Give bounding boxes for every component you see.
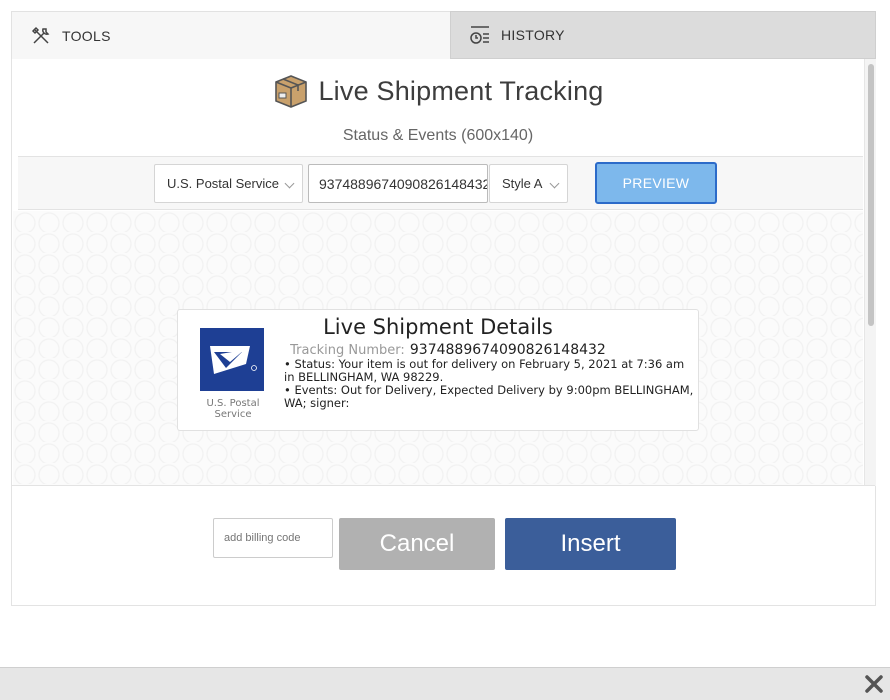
usps-logo-caption: U.S. Postal Service	[206, 398, 260, 420]
vertical-scrollbar[interactable]	[864, 59, 876, 486]
controls-toolbar: U.S. Postal Service 93748896740908261484…	[18, 156, 863, 210]
chevron-down-icon	[549, 178, 560, 189]
content-scroll-area: Live Shipment Tracking Status & Events (…	[13, 59, 875, 486]
history-icon	[469, 24, 491, 46]
tools-panel: Live Shipment Tracking Status & Events (…	[11, 59, 876, 606]
card-tracking-row: Tracking Number: 9374889674090826148432	[278, 339, 618, 358]
billing-code-input[interactable]	[213, 518, 333, 558]
carrier-select-value: U.S. Postal Service	[167, 176, 279, 191]
tab-tools[interactable]: TOOLS	[11, 11, 451, 59]
insert-button[interactable]: Insert	[505, 518, 676, 570]
tab-history[interactable]: HISTORY	[450, 11, 876, 59]
page-title-text: Live Shipment Tracking	[318, 75, 604, 106]
card-title: Live Shipment Details	[323, 315, 553, 339]
close-icon[interactable]	[864, 674, 884, 694]
page-title: Live Shipment Tracking	[13, 71, 863, 111]
tab-bar: TOOLS HISTORY	[11, 11, 876, 59]
preview-area: U.S. Postal Service Live Shipment Detail…	[13, 211, 863, 486]
divider	[12, 485, 875, 486]
tab-tools-label: TOOLS	[62, 27, 111, 44]
cancel-button[interactable]: Cancel	[339, 518, 495, 570]
carrier-select[interactable]: U.S. Postal Service	[154, 164, 303, 203]
tools-icon	[30, 25, 52, 47]
events-line: • Events: Out for Delivery, Expected Del…	[284, 383, 694, 410]
tracking-number-input[interactable]: 93748896740908261484321	[308, 164, 488, 203]
bottom-bar	[0, 667, 890, 700]
chevron-down-icon	[284, 178, 295, 189]
page-subtitle: Status & Events (600x140)	[342, 127, 534, 144]
tracking-number-value: 9374889674090826148432	[409, 342, 606, 358]
style-select[interactable]: Style A	[489, 164, 568, 203]
preview-button[interactable]: PREVIEW	[595, 162, 717, 204]
tab-history-label: HISTORY	[501, 27, 565, 43]
status-line: • Status: Your item is out for delivery …	[284, 357, 685, 384]
style-select-value: Style A	[502, 176, 543, 191]
usps-logo	[200, 328, 264, 391]
tracking-label: Tracking Number:	[290, 343, 405, 358]
scrollbar-thumb[interactable]	[868, 64, 874, 326]
shipment-details-card: U.S. Postal Service Live Shipment Detail…	[177, 309, 699, 431]
package-box-icon	[272, 72, 310, 110]
